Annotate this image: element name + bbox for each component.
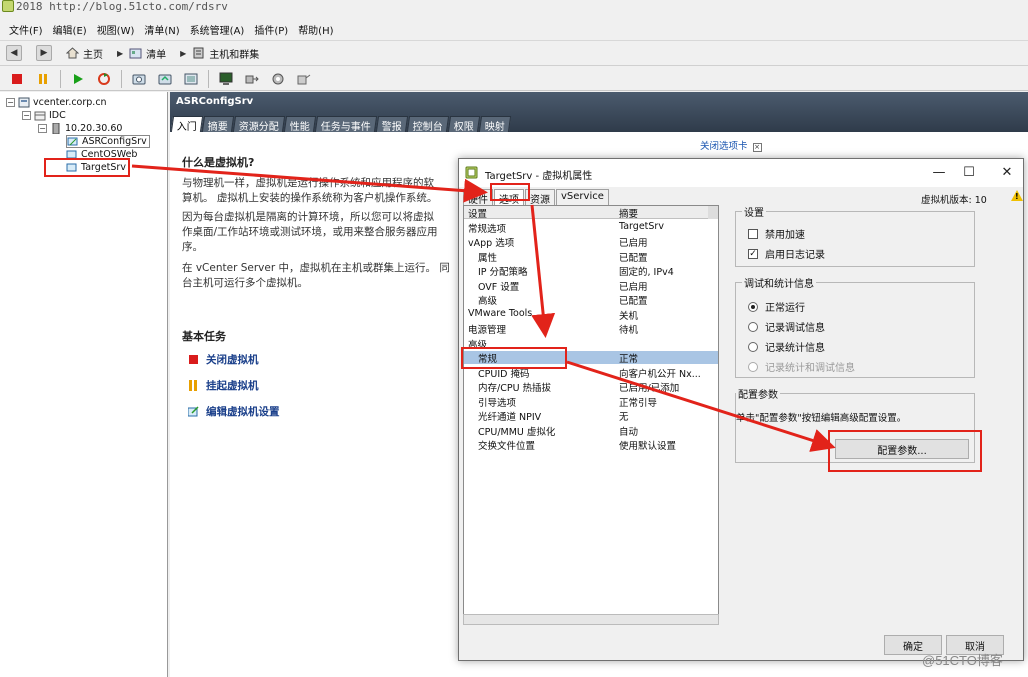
annotation-arrows	[131, 164, 836, 452]
arrow-to-general-row	[530, 204, 556, 338]
arrow-to-config-button	[566, 360, 836, 452]
brand-watermark: @51CTO博客	[922, 653, 1003, 668]
arrow-to-options-tab	[131, 164, 488, 203]
